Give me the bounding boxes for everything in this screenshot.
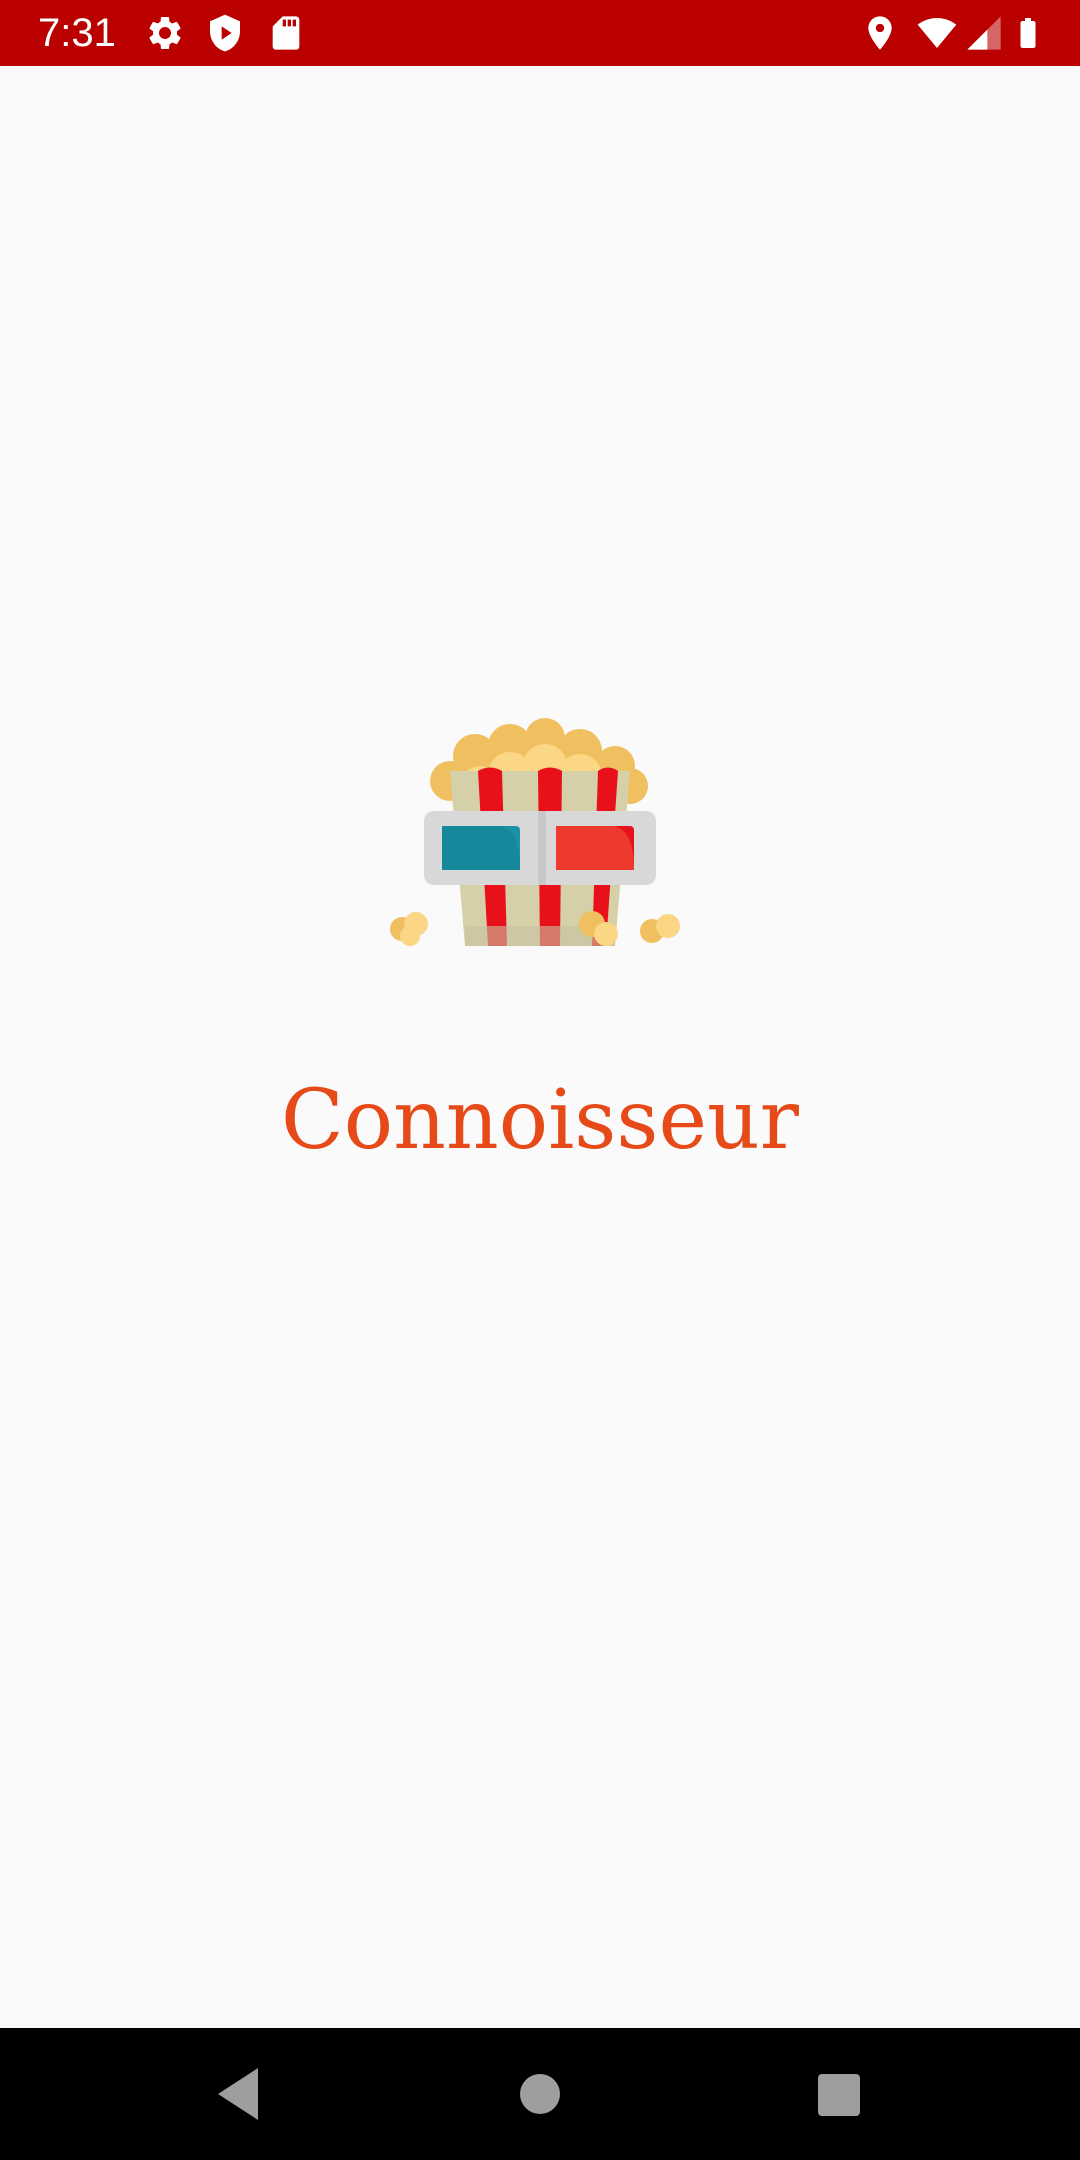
home-icon[interactable] (500, 2054, 580, 2134)
splash-screen: Connoisseur (0, 66, 1080, 2028)
location-pin-icon (860, 13, 900, 53)
shield-icon (205, 13, 245, 53)
back-icon[interactable] (200, 2054, 280, 2134)
battery-icon (1010, 13, 1046, 53)
cellular-signal-icon (964, 13, 1004, 53)
status-bar: 7:31 (0, 0, 1080, 66)
popcorn-3d-glasses-icon (380, 646, 700, 946)
settings-gear-icon (145, 13, 185, 53)
wifi-icon (913, 13, 961, 53)
recents-icon[interactable] (798, 2054, 878, 2134)
app-name-title: Connoisseur (280, 1073, 800, 1168)
navigation-bar (0, 2028, 1080, 2160)
sd-card-icon (266, 13, 306, 53)
status-time: 7:31 (38, 11, 116, 55)
